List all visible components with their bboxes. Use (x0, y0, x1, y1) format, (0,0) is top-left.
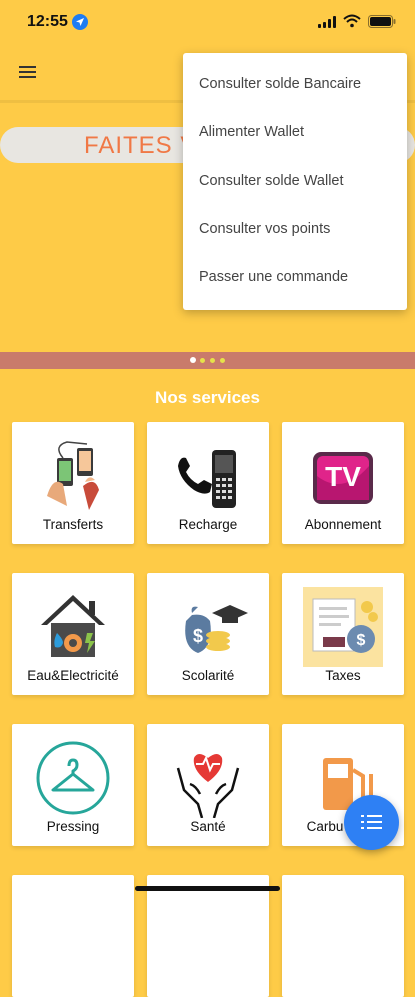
phone-recharge-icon (178, 450, 236, 508)
status-time: 12:55 (27, 13, 68, 30)
service-label: Pressing (46, 819, 100, 834)
menu-item-passer-une-commande[interactable]: Passer une commande (199, 269, 348, 285)
service-card-abonnement[interactable]: TV Abonnement (282, 422, 404, 544)
service-card-recharge[interactable]: Recharge (147, 422, 269, 544)
hanger-icon (36, 741, 110, 815)
service-label: Santé (190, 819, 226, 834)
service-card-pressing[interactable]: Pressing (12, 724, 134, 846)
graduation-money-icon: $ (185, 605, 248, 653)
service-card-scolarite[interactable]: $ Scolarité (147, 573, 269, 695)
signal-icon (318, 16, 336, 28)
heart-hands-icon (176, 754, 240, 818)
service-card[interactable] (12, 875, 134, 997)
home-indicator (135, 886, 280, 891)
service-label: Abonnement (304, 517, 382, 532)
status-bar: 12:55 (0, 0, 415, 44)
banner-text: FAITES V (84, 132, 198, 159)
service-card-transferts[interactable]: Transferts (12, 422, 134, 544)
transfer-icon (47, 441, 99, 510)
service-card[interactable] (282, 875, 404, 997)
house-utilities-icon (41, 595, 105, 657)
tax-document-icon: $ (303, 587, 383, 667)
carousel-dot[interactable] (200, 358, 205, 363)
service-label: Eau&Electricité (27, 668, 119, 683)
svg-text:$: $ (193, 626, 203, 646)
fab-button[interactable] (344, 795, 399, 850)
menu-item-consulter-solde-bancaire[interactable]: Consulter solde Bancaire (199, 76, 361, 92)
menu-item-consulter-vos-points[interactable]: Consulter vos points (199, 221, 330, 237)
wifi-icon (343, 14, 361, 28)
service-card-eau-electricite[interactable]: Eau&Electricité (12, 573, 134, 695)
service-label: Recharge (178, 517, 238, 532)
service-label: Scolarité (181, 668, 235, 683)
carousel-dot[interactable] (210, 358, 215, 363)
carousel-dot-active[interactable] (190, 357, 196, 363)
svg-text:$: $ (357, 632, 366, 649)
tv-icon: TV (313, 452, 373, 504)
battery-icon (368, 15, 396, 28)
location-arrow-icon (72, 14, 88, 30)
service-card-taxes[interactable]: $ Taxes (282, 573, 404, 695)
carousel-indicator-bar (0, 352, 415, 369)
list-icon (361, 815, 364, 817)
service-card-sante[interactable]: Santé (147, 724, 269, 846)
menu-item-alimenter-wallet[interactable]: Alimenter Wallet (199, 124, 304, 140)
service-label: Taxes (325, 668, 361, 683)
carousel-dot[interactable] (220, 358, 225, 363)
section-title: Nos services (155, 388, 260, 407)
svg-text:TV: TV (325, 461, 361, 492)
menu-icon[interactable] (17, 63, 39, 81)
dropdown-menu: Consulter solde Bancaire Alimenter Walle… (183, 53, 407, 310)
menu-item-consulter-solde-wallet[interactable]: Consulter solde Wallet (199, 173, 344, 189)
service-label: Transferts (42, 517, 104, 532)
service-card[interactable] (147, 875, 269, 997)
